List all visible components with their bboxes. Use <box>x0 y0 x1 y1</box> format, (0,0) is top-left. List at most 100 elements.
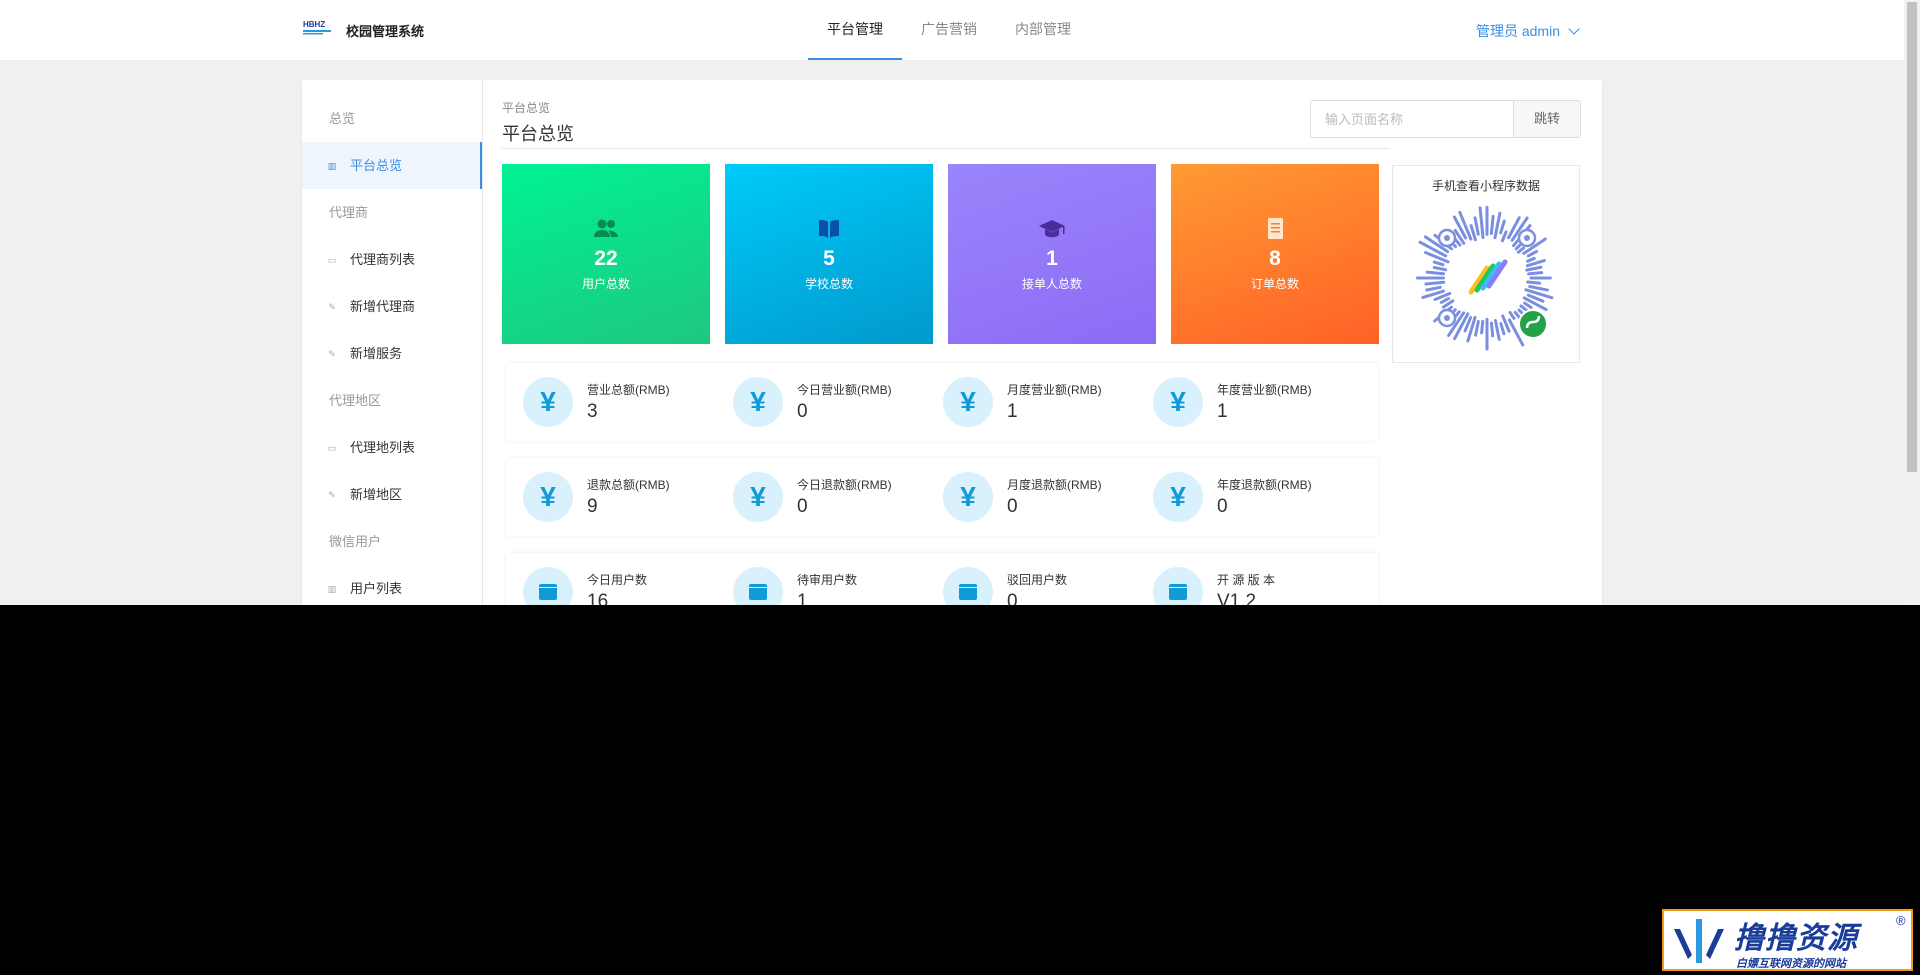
calendar-icon: ▭ <box>327 442 337 453</box>
sidebar-group-overview: 总览 <box>329 111 356 126</box>
tab-platform[interactable]: 平台管理 <box>808 0 902 60</box>
yen-icon: ¥ <box>1153 377 1203 427</box>
yen-icon: ¥ <box>943 377 993 427</box>
metric-month-refund: ¥ 月度退款额(RMB) 0 <box>926 458 1136 536</box>
sidebar-item-add-agent[interactable]: ✎ 新增代理商 <box>302 283 482 330</box>
calendar-icon <box>943 567 993 605</box>
refund-row: ¥ 退款总额(RMB) 9 ¥ 今日退款额(RMB) 0 ¥ 月度退款额(RMB) 0… <box>506 458 1378 536</box>
tab-advertising[interactable]: 广告营销 <box>902 0 996 60</box>
metric-year-refund: ¥ 年度退款额(RMB) 0 <box>1136 458 1346 536</box>
metric-today-revenue: ¥ 今日营业额(RMB) 0 <box>716 363 926 441</box>
stat-label: 用户总数 <box>581 277 630 291</box>
metric-value: 0 <box>1007 591 1018 605</box>
yen-icon: ¥ <box>733 377 783 427</box>
stat-card-schools[interactable]: 5 学校总数 <box>725 164 933 344</box>
sidebar-item-user-list[interactable]: ▥ 用户列表 <box>302 565 482 605</box>
stat-label: 学校总数 <box>804 277 853 291</box>
yen-icon: ¥ <box>733 472 783 522</box>
metric-value: 3 <box>587 401 598 422</box>
sidebar-item-label: 新增地区 <box>350 487 403 502</box>
users-row: 今日用户数 16 待审用户数 1 驳回用户数 0 开 源 版 本 V1.2 <box>506 553 1378 605</box>
metric-value: 1 <box>797 591 808 605</box>
watermark-logo: 撸撸资源 ® 白嫖互联网资源的网站 <box>1662 909 1913 971</box>
sidebar-group-agent: 代理商 <box>329 205 369 220</box>
sidebar-group-region: 代理地区 <box>329 393 382 408</box>
metric-value: 0 <box>1217 496 1228 517</box>
document-icon <box>1268 218 1283 239</box>
metric-value: 1 <box>1007 401 1018 422</box>
registered-mark: ® <box>1896 913 1906 928</box>
top-header: HBHZ 校园管理系统 平台管理 广告营销 内部管理 管理员 admin <box>0 0 1904 60</box>
calendar-icon: ▭ <box>327 254 337 265</box>
page-title: 平台总览 <box>502 124 574 144</box>
metric-total-refund: ¥ 退款总额(RMB) 9 <box>506 458 716 536</box>
yen-icon: ¥ <box>523 377 573 427</box>
mini-program-code-icon <box>1415 205 1554 351</box>
metric-label: 月度退款额(RMB) <box>1007 478 1102 492</box>
sidebar-item-label: 代理地列表 <box>350 440 416 455</box>
app-viewport: HBHZ 校园管理系统 平台管理 广告营销 内部管理 管理员 admin 总览 … <box>0 0 1920 605</box>
metric-label: 今日营业额(RMB) <box>797 383 892 397</box>
metric-label: 月度营业额(RMB) <box>1007 383 1102 397</box>
users-icon <box>594 219 618 237</box>
metric-value: 9 <box>587 496 598 517</box>
chart-icon: ▥ <box>327 160 337 171</box>
calendar-icon <box>733 567 783 605</box>
stat-value: 8 <box>1269 247 1281 270</box>
sidebar-item-platform[interactable]: ▥ 平台总览 <box>302 142 482 189</box>
metric-total-revenue: ¥ 营业总额(RMB) 3 <box>506 363 716 441</box>
metric-today-users: 今日用户数 16 <box>506 553 716 605</box>
metric-value: 16 <box>587 591 609 605</box>
sidebar-item-agent-list[interactable]: ▭ 代理商列表 <box>302 236 482 283</box>
yen-icon: ¥ <box>1153 472 1203 522</box>
sidebar-item-region-list[interactable]: ▭ 代理地列表 <box>302 424 482 471</box>
scrollbar-thumb[interactable] <box>1907 2 1917 472</box>
main-nav: 平台管理 广告营销 内部管理 <box>808 0 1090 60</box>
metric-version: 开 源 版 本 V1.2 <box>1136 553 1346 605</box>
stat-card-takers[interactable]: 1 接单人总数 <box>948 164 1156 344</box>
metric-value: 0 <box>797 496 808 517</box>
app-title: 校园管理系统 <box>346 24 425 39</box>
calendar-icon <box>1153 567 1203 605</box>
jump-button[interactable]: 跳转 <box>1513 100 1581 138</box>
sidebar: 总览 ▥ 平台总览 代理商 ▭ 代理商列表 ✎ 新增代理商 ✎ 新增服务 代理地… <box>302 80 483 605</box>
metric-value: 0 <box>1007 496 1018 517</box>
chevron-down-icon <box>1568 23 1580 35</box>
vertical-scrollbar[interactable] <box>1904 0 1920 605</box>
svg-text:HBHZ: HBHZ <box>303 20 325 29</box>
stat-label: 订单总数 <box>1250 277 1299 291</box>
user-menu[interactable]: 管理员 admin <box>1475 21 1580 41</box>
metric-label: 年度退款额(RMB) <box>1217 478 1312 492</box>
metric-year-revenue: ¥ 年度营业额(RMB) 1 <box>1136 363 1346 441</box>
sidebar-item-add-region[interactable]: ✎ 新增地区 <box>302 471 482 518</box>
sidebar-item-label: 代理商列表 <box>350 252 416 267</box>
stat-cards: 22 用户总数 5 学校总数 1 接单人总数 8 订单总数 <box>502 164 1379 344</box>
user-label: 管理员 admin <box>1475 23 1560 39</box>
sidebar-item-label: 新增服务 <box>350 346 403 361</box>
qr-title: 手机查看小程序数据 <box>1431 179 1540 193</box>
sidebar-item-add-service[interactable]: ✎ 新增服务 <box>302 330 482 377</box>
metric-label: 今日用户数 <box>587 573 648 587</box>
yen-icon: ¥ <box>943 472 993 522</box>
watermark-mark-icon <box>1674 919 1724 963</box>
metric-label: 今日退款额(RMB) <box>797 478 892 492</box>
sidebar-item-label: 新增代理商 <box>350 299 416 314</box>
stat-value: 5 <box>823 247 835 270</box>
stat-card-users[interactable]: 22 用户总数 <box>502 164 710 344</box>
stat-value: 1 <box>1046 247 1058 270</box>
metric-label: 驳回用户数 <box>1007 573 1068 587</box>
metric-label: 营业总额(RMB) <box>587 383 670 397</box>
revenue-row: ¥ 营业总额(RMB) 3 ¥ 今日营业额(RMB) 0 ¥ 月度营业额(RMB) 1… <box>506 363 1378 441</box>
metric-pending-users: 待审用户数 1 <box>716 553 926 605</box>
book-icon <box>819 220 839 238</box>
metric-label: 开 源 版 本 <box>1217 573 1276 587</box>
metric-label: 待审用户数 <box>797 573 858 587</box>
main-card: 总览 ▥ 平台总览 代理商 ▭ 代理商列表 ✎ 新增代理商 ✎ 新增服务 代理地… <box>302 80 1602 605</box>
stat-card-orders[interactable]: 8 订单总数 <box>1171 164 1379 344</box>
page-search-input[interactable] <box>1310 100 1513 138</box>
metric-value: 0 <box>797 401 808 422</box>
tab-internal[interactable]: 内部管理 <box>996 0 1090 60</box>
watermark-title: 撸撸资源 <box>1734 922 1858 955</box>
edit-icon: ✎ <box>328 489 336 500</box>
metric-month-revenue: ¥ 月度营业额(RMB) 1 <box>926 363 1136 441</box>
